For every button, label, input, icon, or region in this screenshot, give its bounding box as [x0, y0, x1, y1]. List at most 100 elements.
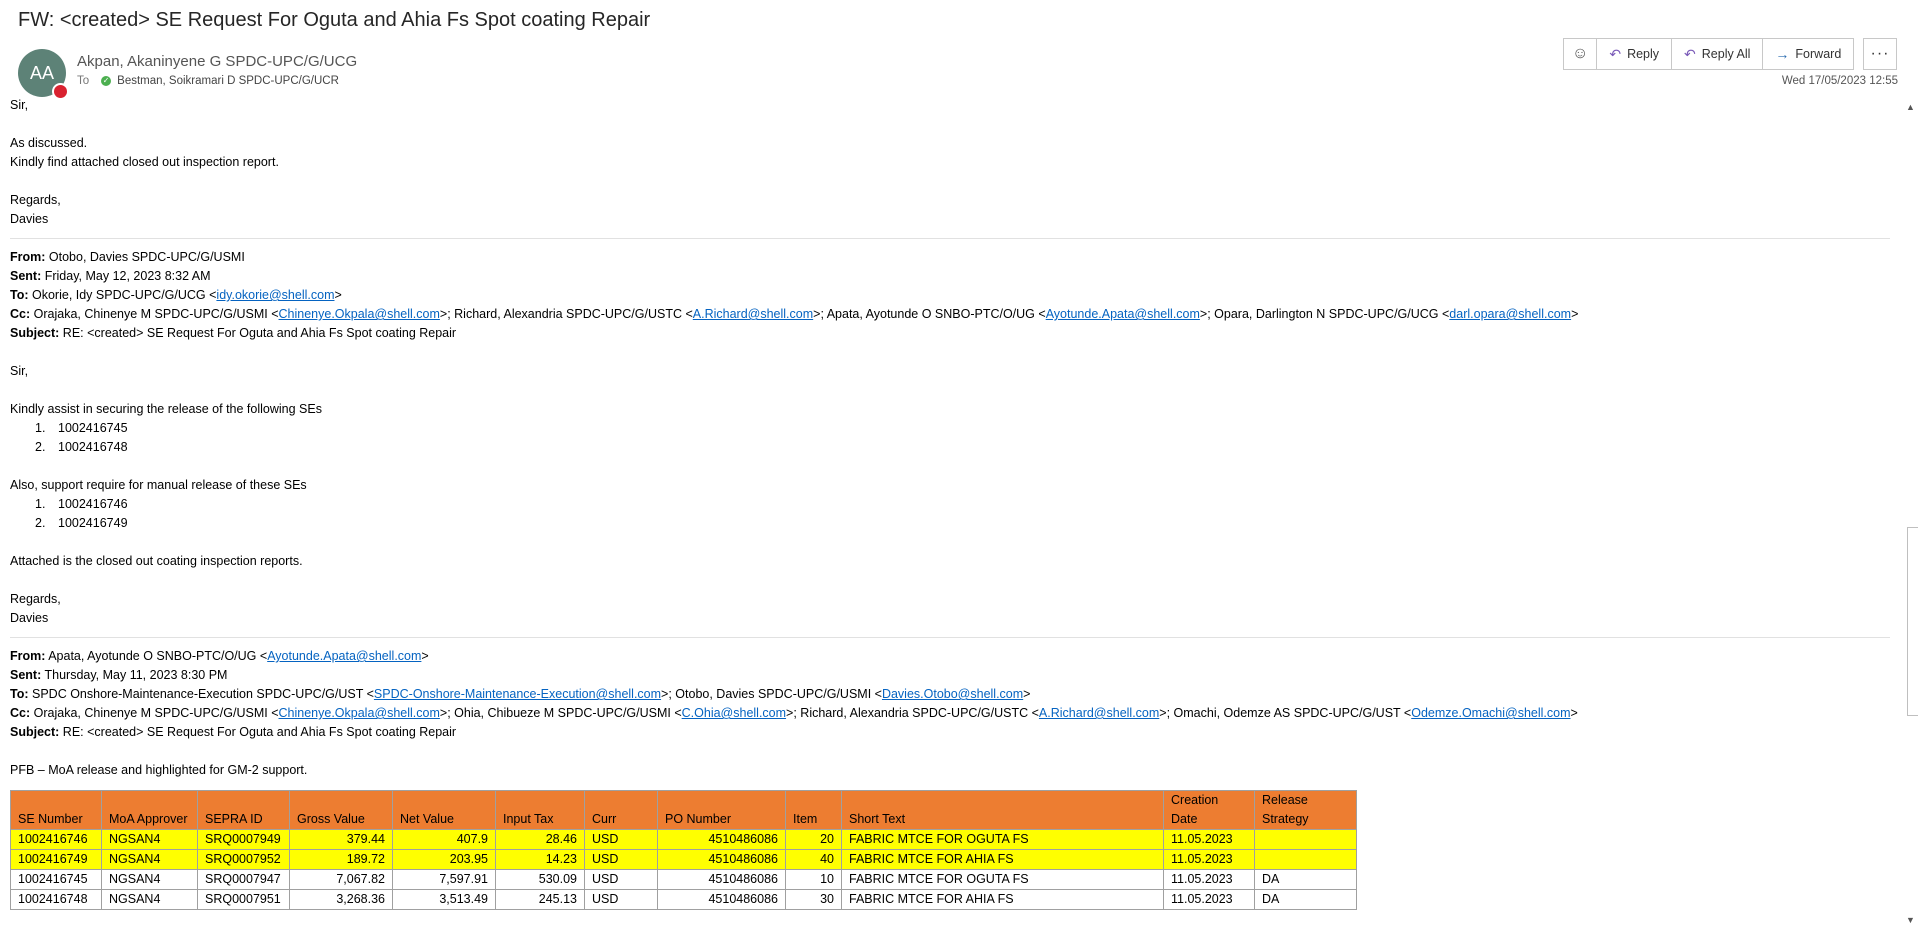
email-link[interactable]: C.Ohia@shell.com — [682, 706, 786, 720]
more-actions-button[interactable]: ··· — [1863, 38, 1897, 70]
table-cell: 1002416746 — [10, 829, 102, 850]
table-cell: NGSAN4 — [101, 849, 198, 870]
sender-name[interactable]: Akpan, Akaninyene G SPDC-UPC/G/UCG — [77, 53, 357, 70]
table-header-row: SE Number MoA Approver SEPRA ID Gross Va… — [10, 790, 1357, 830]
recipient-name[interactable]: Bestman, Soikramari D SPDC-UPC/G/UCR — [117, 75, 339, 87]
email-link[interactable]: A.Richard@shell.com — [1039, 706, 1159, 720]
message-actions: ☺ ↶ Reply ↶ Reply All → Forward — [1563, 38, 1855, 70]
email-link[interactable]: Odemze.Omachi@shell.com — [1411, 706, 1570, 720]
email-link[interactable]: Chinenye.Okpala@shell.com — [279, 706, 440, 720]
forward-label: Forward — [1795, 47, 1842, 61]
table-cell: 14.23 — [495, 849, 585, 870]
greeting: Sir, — [10, 98, 29, 112]
table-cell: 20 — [785, 829, 842, 850]
signature: Davies — [10, 212, 49, 226]
table-cell: SRQ0007949 — [197, 829, 290, 850]
more-icon: ··· — [1870, 45, 1890, 62]
table-row: 1002416746 NGSAN4 SRQ0007949 379.44 407.… — [10, 829, 1357, 850]
table-cell — [1254, 829, 1357, 850]
reply-all-button[interactable]: ↶ Reply All — [1672, 39, 1764, 69]
table-cell: 11.05.2023 — [1163, 829, 1255, 850]
column-header: Net Value — [392, 790, 496, 830]
table-cell: FABRIC MTCE FOR OGUTA FS — [841, 869, 1164, 890]
table-cell: 7,597.91 — [392, 869, 496, 890]
email-link[interactable]: Ayotunde.Apata@shell.com — [1046, 307, 1200, 321]
table-cell: SRQ0007947 — [197, 869, 290, 890]
email-link[interactable]: Chinenye.Okpala@shell.com — [279, 307, 440, 321]
numbered-list: 1. 1002416746 2. 1002416749 — [10, 495, 1890, 533]
recipient-line: To ✓ Bestman, Soikramari D SPDC-UPC/G/UC… — [77, 75, 339, 87]
table-cell: 40 — [785, 849, 842, 870]
email-link[interactable]: Ayotunde.Apata@shell.com — [267, 649, 421, 663]
message-body: Sir, As discussed. Kindly find attached … — [10, 96, 1890, 927]
email-link[interactable]: A.Richard@shell.com — [693, 307, 813, 321]
to-line: To: Okorie, Idy SPDC-UPC/G/UCG <idy.okor… — [10, 288, 342, 302]
react-button[interactable]: ☺ — [1564, 39, 1598, 69]
body-line: Kindly find attached closed out inspecti… — [10, 155, 279, 169]
table-cell: 1002416745 — [10, 869, 102, 890]
table-cell: USD — [584, 889, 658, 910]
regards: Regards, — [10, 193, 61, 207]
reply-all-label: Reply All — [1701, 47, 1751, 61]
subject-line: Subject: RE: <created> SE Request For Og… — [10, 326, 457, 340]
list-item: 1. 1002416745 — [35, 421, 128, 435]
table-cell: 407.9 — [392, 829, 496, 850]
table-cell: 11.05.2023 — [1163, 849, 1255, 870]
table-cell: 11.05.2023 — [1163, 889, 1255, 910]
vertical-scrollbar[interactable]: ▲ ▼ — [1904, 100, 1918, 927]
table-cell: 1002416749 — [10, 849, 102, 870]
presence-available-icon: ✓ — [101, 76, 112, 86]
regards: Regards, — [10, 592, 61, 606]
email-link[interactable]: Davies.Otobo@shell.com — [882, 687, 1023, 701]
column-header: Input Tax — [495, 790, 585, 830]
table-cell: 3,268.36 — [289, 889, 393, 910]
table-cell — [1254, 849, 1357, 870]
scroll-down-icon[interactable]: ▼ — [1906, 915, 1915, 925]
sent-line: Sent: Thursday, May 11, 2023 8:30 PM — [10, 668, 228, 682]
column-header: Short Text — [841, 790, 1164, 830]
email-link[interactable]: idy.okorie@shell.com — [216, 288, 334, 302]
table-cell: 1002416748 — [10, 889, 102, 910]
body-line: Kindly assist in securing the release of… — [10, 402, 322, 416]
table-cell: 4510486086 — [657, 889, 786, 910]
list-item: 1. 1002416746 — [35, 497, 128, 511]
table-cell: USD — [584, 849, 658, 870]
divider — [10, 238, 1890, 239]
table-cell: 11.05.2023 — [1163, 869, 1255, 890]
scrollbar-thumb[interactable] — [1907, 527, 1918, 716]
list-item: 2. 1002416748 — [35, 440, 128, 454]
column-header: SE Number — [10, 790, 102, 830]
table-cell: SRQ0007952 — [197, 849, 290, 870]
to-line: To: SPDC Onshore-Maintenance-Execution S… — [10, 687, 1031, 701]
list-item: 2. 1002416749 — [35, 516, 128, 530]
table-cell: 3,513.49 — [392, 889, 496, 910]
table-row: 1002416749 NGSAN4 SRQ0007952 189.72 203.… — [10, 849, 1357, 870]
reply-button[interactable]: ↶ Reply — [1597, 39, 1673, 69]
body-line: PFB – MoA release and highlighted for GM… — [10, 763, 308, 777]
divider — [10, 637, 1890, 638]
table-cell: 530.09 — [495, 869, 585, 890]
table-cell: FABRIC MTCE FOR OGUTA FS — [841, 829, 1164, 850]
to-label: To — [77, 75, 90, 87]
column-header: Creation Date — [1163, 790, 1255, 830]
table-cell: FABRIC MTCE FOR AHIA FS — [841, 849, 1164, 870]
body-line: Attached is the closed out coating inspe… — [10, 554, 303, 568]
table-cell: 379.44 — [289, 829, 393, 850]
scroll-up-icon[interactable]: ▲ — [1906, 102, 1915, 112]
table-row: 1002416745 NGSAN4 SRQ0007947 7,067.82 7,… — [10, 869, 1357, 890]
signature: Davies — [10, 611, 49, 625]
reply-label: Reply — [1627, 47, 1660, 61]
forward-button[interactable]: → Forward — [1763, 39, 1853, 69]
smiley-icon: ☺ — [1572, 45, 1589, 62]
email-link[interactable]: SPDC-Onshore-Maintenance-Execution@shell… — [374, 687, 661, 701]
column-header: Gross Value — [289, 790, 393, 830]
email-link[interactable]: darl.opara@shell.com — [1449, 307, 1571, 321]
table-cell: 189.72 — [289, 849, 393, 870]
column-header: Item — [785, 790, 842, 830]
from-line: From: Apata, Ayotunde O SNBO-PTC/O/UG <A… — [10, 649, 429, 663]
column-header: Release Strategy — [1254, 790, 1357, 830]
column-header: SEPRA ID — [197, 790, 290, 830]
body-line: Also, support require for manual release… — [10, 478, 307, 492]
from-line: From: Otobo, Davies SPDC-UPC/G/USMI — [10, 250, 245, 264]
table-cell: 203.95 — [392, 849, 496, 870]
